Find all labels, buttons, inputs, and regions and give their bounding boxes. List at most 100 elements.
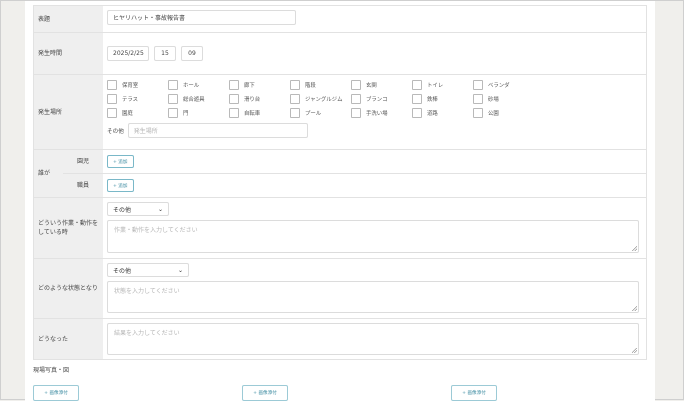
location-option-label: 滑り台 [244,97,261,103]
checkbox[interactable] [107,80,117,90]
location-option[interactable]: 園庭 [107,108,168,118]
who-sub-rows: 園児 + 追加 職員 + 追加 [63,150,647,197]
location-label: 発生場所 [33,75,103,149]
who-child-row: 園児 + 追加 [63,150,647,174]
result-cell: 結果を入力してください [103,319,647,359]
location-option[interactable]: 総合遊具 [168,94,229,104]
photos-label: 現場写真・図 [33,367,70,374]
location-option[interactable]: 道路 [412,108,473,118]
location-row: 発生場所 保育室 ホール 廊下 階段 玄関 トイレ ベランダテラス 総合遊具 滑り台 ジャングルジ… [33,75,647,150]
state-select[interactable]: その他 ⌄ [107,263,189,277]
location-option-label: 門 [183,111,189,117]
title-input[interactable]: ヒヤリハット・事故報告書 [107,10,296,25]
location-options: 保育室 ホール 廊下 階段 玄関 トイレ ベランダテラス 総合遊具 滑り台 ジャングルジム ブランコ… [107,80,642,118]
who-row: 誰が 園児 + 追加 職員 + 追加 [33,150,647,198]
location-option-label: ジャングルジム [305,97,343,103]
checkbox[interactable] [229,108,239,118]
checkbox[interactable] [107,108,117,118]
location-other-label: その他 [107,128,124,135]
report-panel: 表題 ヒヤリハット・事故報告書 発生時間 2025/2/25 15 09 発生場… [25,1,655,401]
result-placeholder: 結果を入力してください [114,330,180,337]
attach-image-button-2[interactable]: + 画像添付 [242,385,288,401]
location-option[interactable]: ベランダ [473,80,534,90]
checkbox[interactable] [168,108,178,118]
state-label: どのような状態となり [33,259,103,318]
action-row: どういう作業・動作をしている時 その他 ⌄ 作業・動作を入力してください [33,198,647,259]
location-option[interactable]: トイレ [412,80,473,90]
location-option-label: 保育室 [122,83,139,89]
action-cell: その他 ⌄ 作業・動作を入力してください [103,198,647,258]
location-option[interactable]: テラス [107,94,168,104]
location-option[interactable]: ブランコ [351,94,412,104]
checkbox[interactable] [229,94,239,104]
checkbox[interactable] [290,94,300,104]
action-placeholder: 作業・動作を入力してください [114,227,198,234]
location-option[interactable]: 公園 [473,108,534,118]
location-option[interactable]: 階段 [290,80,351,90]
hour-input[interactable]: 15 [154,46,176,61]
checkbox[interactable] [351,94,361,104]
location-option[interactable]: 手洗い場 [351,108,412,118]
checkbox[interactable] [168,94,178,104]
checkbox[interactable] [473,94,483,104]
checkbox[interactable] [412,80,422,90]
checkbox[interactable] [473,108,483,118]
location-option-label: 階段 [305,83,316,89]
state-textarea[interactable]: 状態を入力してください [107,281,639,313]
location-option-label: 砂場 [488,97,499,103]
attach-image-button-3[interactable]: + 画像添付 [451,385,497,401]
location-option[interactable]: 砂場 [473,94,534,104]
location-option[interactable]: ホール [168,80,229,90]
checkbox[interactable] [168,80,178,90]
checkbox[interactable] [290,108,300,118]
location-other-placeholder: 発生場所 [133,128,158,135]
location-option[interactable]: 門 [168,108,229,118]
location-option-label: プール [305,111,322,117]
title-label: 表題 [33,6,103,32]
window-frame: 表題 ヒヤリハット・事故報告書 発生時間 2025/2/25 15 09 発生場… [0,0,684,401]
minute-input[interactable]: 09 [181,46,203,61]
location-option[interactable]: 滑り台 [229,94,290,104]
state-cell: その他 ⌄ 状態を入力してください [103,259,647,318]
checkbox[interactable] [229,80,239,90]
state-row: どのような状態となり その他 ⌄ 状態を入力してください [33,259,647,319]
chevron-down-icon: ⌄ [177,266,183,274]
location-option-label: 公園 [488,111,499,117]
title-cell: ヒヤリハット・事故報告書 [103,6,647,32]
location-option[interactable]: 保育室 [107,80,168,90]
checkbox[interactable] [107,94,117,104]
who-label: 誰が [33,150,63,197]
location-option-label: 総合遊具 [183,97,205,103]
add-child-button[interactable]: + 追加 [107,155,134,168]
checkbox[interactable] [351,108,361,118]
date-input[interactable]: 2025/2/25 [107,46,149,61]
location-option[interactable]: プール [290,108,351,118]
title-row: 表題 ヒヤリハット・事故報告書 [33,6,647,33]
resize-grip-icon[interactable] [632,306,637,311]
location-other-input[interactable]: 発生場所 [127,123,308,138]
resize-grip-icon[interactable] [632,348,637,353]
location-option[interactable]: 廊下 [229,80,290,90]
checkbox[interactable] [351,80,361,90]
result-textarea[interactable]: 結果を入力してください [107,323,639,355]
checkbox[interactable] [290,80,300,90]
resize-grip-icon[interactable] [632,246,637,251]
datetime-row: 発生時間 2025/2/25 15 09 [33,33,647,75]
location-option[interactable]: 自転車 [229,108,290,118]
location-option[interactable]: 鉄棒 [412,94,473,104]
location-option[interactable]: 玄関 [351,80,412,90]
add-staff-button[interactable]: + 追加 [107,179,134,192]
location-option-label: 鉄棒 [427,97,438,103]
checkbox[interactable] [412,94,422,104]
attach-image-button-1[interactable]: + 画像添付 [33,385,79,401]
location-option-label: 廊下 [244,83,255,89]
location-option-label: トイレ [427,83,444,89]
location-option-label: ブランコ [366,97,388,103]
action-textarea[interactable]: 作業・動作を入力してください [107,220,639,253]
action-select[interactable]: その他 ⌄ [107,202,169,216]
result-label: どうなった [33,319,103,359]
location-option[interactable]: ジャングルジム [290,94,351,104]
checkbox[interactable] [412,108,422,118]
location-option-label: テラス [122,97,139,103]
checkbox[interactable] [473,80,483,90]
